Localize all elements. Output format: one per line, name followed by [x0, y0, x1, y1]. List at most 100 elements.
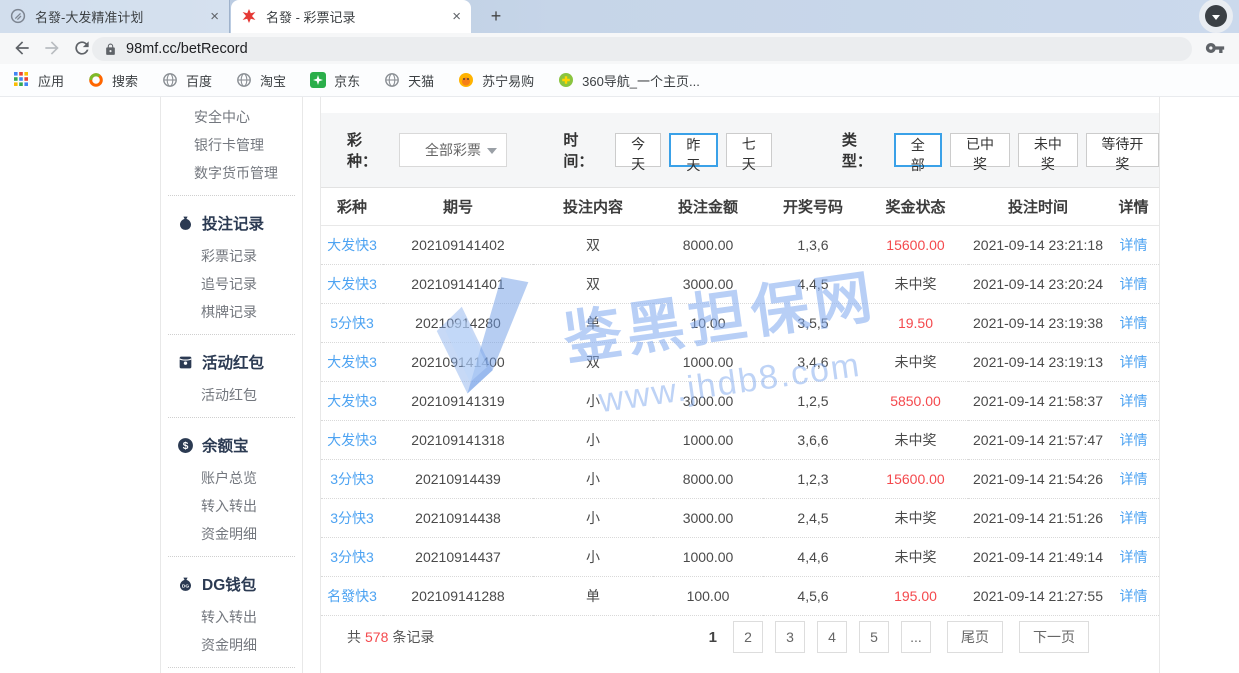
time-filter-button[interactable]: 昨天 [669, 133, 717, 167]
page-button[interactable]: ... [901, 621, 931, 653]
sidebar-item[interactable]: 棋牌记录 [168, 298, 295, 326]
cell-lottery-name[interactable]: 大发快3 [321, 343, 383, 382]
cell-bet-amount: 1000.00 [653, 538, 763, 577]
sidebar-item[interactable]: 资金明细 [168, 631, 295, 659]
sidebar-section-yuebao: $ 余额宝 账户总览转入转出资金明细 [168, 417, 295, 556]
svg-text:DG: DG [182, 583, 190, 589]
forward-icon[interactable] [42, 38, 62, 58]
type-filter-button[interactable]: 全部 [894, 133, 943, 167]
tab-plan-page[interactable]: 名發-大发精准计划 × [0, 0, 230, 33]
table-row: 大发快3 202109141319 小 3000.00 1,2,5 5850.0… [321, 382, 1159, 421]
detail-link[interactable]: 详情 [1108, 265, 1159, 304]
sidebar-group-label: 余额宝 [202, 434, 249, 456]
detail-link[interactable]: 详情 [1108, 382, 1159, 421]
type-filter-button[interactable]: 已中奖 [950, 133, 1010, 167]
cell-bet-content: 小 [533, 538, 653, 577]
table-row: 5分快3 20210914280 单 10.00 3,5,5 19.50 202… [321, 304, 1159, 343]
sidebar-item[interactable]: 彩票记录 [168, 242, 295, 270]
sidebar-group-bet-records[interactable]: 投注记录 [168, 202, 295, 242]
back-icon[interactable] [12, 38, 32, 58]
cell-lottery-name[interactable]: 大发快3 [321, 421, 383, 460]
detail-link[interactable]: 详情 [1108, 538, 1159, 577]
sidebar-item[interactable]: 账户总览 [168, 464, 295, 492]
sidebar-item[interactable]: 追号记录 [168, 270, 295, 298]
cell-issue-number: 202109141401 [383, 265, 533, 304]
sidebar-item[interactable]: 银行卡管理 [161, 131, 302, 159]
suning-lion-icon [458, 72, 475, 89]
type-filter-button[interactable]: 等待开奖 [1086, 133, 1159, 167]
bookmark-baidu[interactable]: 百度 [162, 71, 212, 90]
sidebar-item[interactable]: 转入转出 [168, 603, 295, 631]
cell-lottery-name[interactable]: 大发快3 [321, 382, 383, 421]
next-page-button[interactable]: 下一页 [1019, 621, 1089, 653]
sidebar-item[interactable]: 安全中心 [161, 103, 302, 131]
lottery-type-select[interactable]: 全部彩票 [399, 133, 508, 167]
sidebar-group-red-packet[interactable]: 活动红包 [168, 341, 295, 381]
cell-lottery-name[interactable]: 3分快3 [321, 538, 383, 577]
column-header: 详情 [1108, 188, 1159, 226]
cell-prize-status: 未中奖 [863, 538, 968, 577]
account-circle-button[interactable] [1199, 0, 1233, 33]
bookmark-taobao[interactable]: 淘宝 [236, 71, 286, 90]
sidebar-item[interactable]: 活动红包 [168, 381, 295, 409]
address-bar[interactable]: 98mf.cc/betRecord [92, 37, 1192, 61]
account-circle-inner [1205, 5, 1227, 27]
cell-lottery-name[interactable]: 大发快3 [321, 226, 383, 265]
new-tab-button[interactable]: + [484, 5, 508, 29]
page-button[interactable]: 4 [817, 621, 847, 653]
sidebar-group-yuebao[interactable]: $ 余额宝 [168, 424, 295, 464]
cell-bet-time: 2021-09-14 21:49:14 [968, 538, 1108, 577]
cell-lottery-name[interactable]: 名發快3 [321, 577, 383, 616]
tab-close-icon[interactable]: × [210, 9, 219, 24]
cell-prize-status: 195.00 [863, 577, 968, 616]
time-filter-group: 今天昨天七天 [607, 133, 772, 167]
360-nav-icon [558, 72, 575, 89]
main-panel: 彩种： 全部彩票 时间： 今天昨天七天 类型： 全部已中奖未中奖等待开奖 [320, 97, 1160, 673]
page-button[interactable]: 5 [859, 621, 889, 653]
cell-lottery-name[interactable]: 3分快3 [321, 460, 383, 499]
bookmark-suning[interactable]: 苏宁易购 [458, 71, 534, 90]
table-row: 3分快3 20210914439 小 8000.00 1,2,3 15600.0… [321, 460, 1159, 499]
cell-prize-status: 19.50 [863, 304, 968, 343]
bookmark-search[interactable]: 搜索 [88, 71, 138, 90]
type-filter-button[interactable]: 未中奖 [1018, 133, 1078, 167]
cell-bet-time: 2021-09-14 23:20:24 [968, 265, 1108, 304]
cell-lottery-name[interactable]: 5分快3 [321, 304, 383, 343]
detail-link[interactable]: 详情 [1108, 460, 1159, 499]
bookmark-tmall[interactable]: 天猫 [384, 71, 434, 90]
cell-draw-numbers: 3,5,5 [763, 304, 863, 343]
sidebar-section-account: 安全中心银行卡管理数字货币管理 [161, 97, 302, 195]
tab-bet-record[interactable]: 名發 - 彩票记录 × [231, 0, 471, 33]
last-page-button[interactable]: 尾页 [947, 621, 1003, 653]
pagination-controls: 1 2345... 尾页 下一页 [709, 621, 1089, 653]
cell-issue-number: 20210914439 [383, 460, 533, 499]
bookmark-360nav[interactable]: 360导航_一个主页... [558, 71, 700, 90]
bookmark-jd[interactable]: 京东 [310, 71, 360, 90]
bookmark-label: 百度 [186, 71, 212, 90]
table-row: 3分快3 20210914438 小 3000.00 2,4,5 未中奖 202… [321, 499, 1159, 538]
detail-link[interactable]: 详情 [1108, 343, 1159, 382]
cell-bet-content: 小 [533, 499, 653, 538]
detail-link[interactable]: 详情 [1108, 421, 1159, 460]
time-filter-button[interactable]: 今天 [615, 133, 661, 167]
red-star-favicon [241, 8, 258, 25]
password-key-icon[interactable] [1205, 38, 1225, 58]
detail-link[interactable]: 详情 [1108, 304, 1159, 343]
column-header: 期号 [383, 188, 533, 226]
sidebar-group-dg-wallet[interactable]: DG DG钱包 [168, 563, 295, 603]
table-row: 大发快3 202109141402 双 8000.00 1,3,6 15600.… [321, 226, 1159, 265]
sidebar-item[interactable]: 资金明细 [168, 520, 295, 548]
detail-link[interactable]: 详情 [1108, 499, 1159, 538]
page-button[interactable]: 2 [733, 621, 763, 653]
cell-lottery-name[interactable]: 3分快3 [321, 499, 383, 538]
time-filter-button[interactable]: 七天 [726, 133, 772, 167]
detail-link[interactable]: 详情 [1108, 226, 1159, 265]
detail-link[interactable]: 详情 [1108, 577, 1159, 616]
refresh-icon[interactable] [72, 38, 92, 58]
sidebar-item[interactable]: 转入转出 [168, 492, 295, 520]
bookmark-apps[interactable]: 应用 [14, 71, 64, 90]
tab-close-icon[interactable]: × [452, 9, 461, 24]
page-button[interactable]: 3 [775, 621, 805, 653]
sidebar-item[interactable]: 数字货币管理 [161, 159, 302, 187]
cell-lottery-name[interactable]: 大发快3 [321, 265, 383, 304]
